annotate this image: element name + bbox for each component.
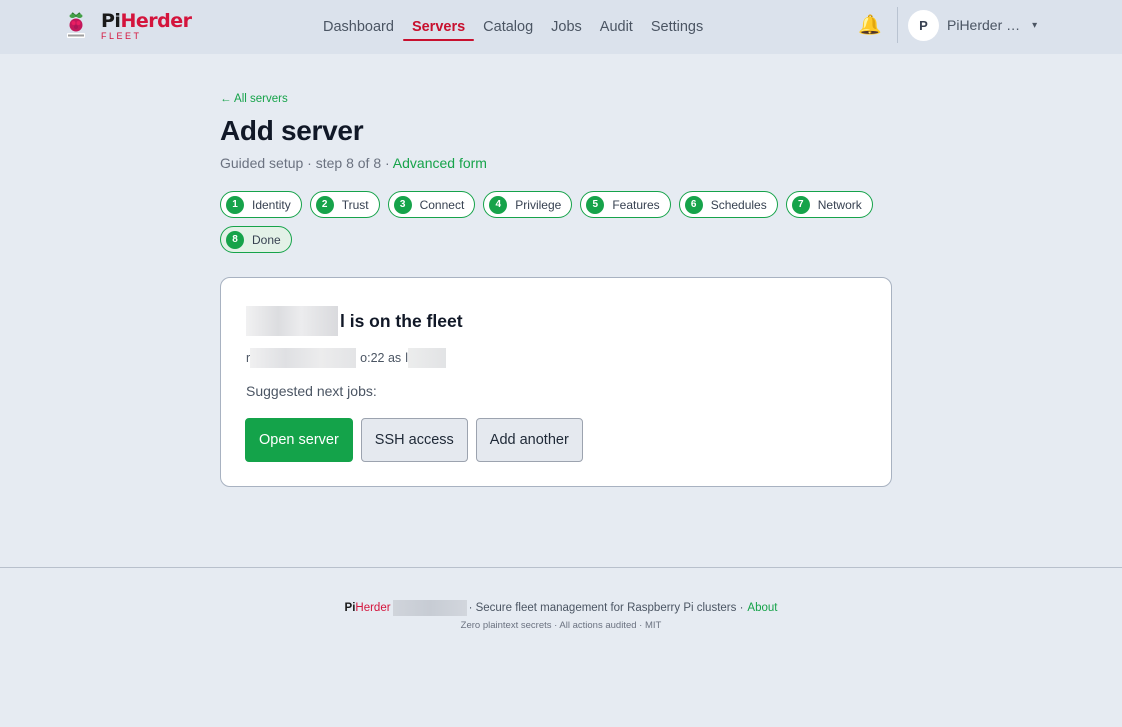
step-label: Done <box>252 232 281 247</box>
step-number: 2 <box>315 195 334 214</box>
step-number: 8 <box>226 230 244 249</box>
step-number: 1 <box>226 195 244 214</box>
step-number: 7 <box>791 195 810 214</box>
add-another-button[interactable]: Add another <box>475 418 583 462</box>
card-heading: l is on the fleet <box>246 306 463 336</box>
advanced-form-link[interactable]: Advanced form <box>393 155 487 171</box>
step-network[interactable]: 7 Network <box>785 191 873 218</box>
user-menu[interactable]: P PiHerder … ▾ <box>908 8 1037 42</box>
step-identity[interactable]: 1 Identity <box>220 191 302 218</box>
chevron-down-icon: ▾ <box>1032 19 1038 31</box>
logo-wordmark: PiHerder FLEET <box>101 10 192 41</box>
nav-settings[interactable]: Settings <box>642 0 712 54</box>
nav-jobs[interactable]: Jobs <box>542 0 591 54</box>
step-label: Privilege <box>515 197 562 212</box>
suggested-jobs-label: Suggested next jobs: <box>246 383 377 399</box>
step-label: Trust <box>341 197 369 212</box>
user-name: PiHerder … <box>947 17 1021 33</box>
subtitle-text: Guided setup · step 8 of 8 · <box>220 155 393 171</box>
app-logo[interactable]: PiHerder FLEET <box>64 10 192 42</box>
nav-catalog[interactable]: Catalog <box>474 0 542 54</box>
step-label: Features <box>612 197 660 212</box>
step-label: Identity <box>252 197 291 212</box>
card-heading-text: l is on the fleet <box>340 310 463 331</box>
open-server-button[interactable]: Open server <box>245 418 353 462</box>
footer-tagline: · Secure fleet management for Raspberry … <box>468 602 744 614</box>
about-link[interactable]: About <box>747 602 777 614</box>
footer-notes: Zero plaintext secrets · All actions aud… <box>460 620 662 631</box>
nav-audit[interactable]: Audit <box>591 0 642 54</box>
step-number: 5 <box>586 195 605 214</box>
redacted-host <box>250 348 357 368</box>
back-to-servers-link[interactable]: ← All servers <box>220 93 288 105</box>
ssh-access-button[interactable]: SSH access <box>360 418 468 462</box>
logo-name: PiHerder <box>101 10 192 32</box>
bell-icon[interactable]: 🔔 <box>858 13 882 37</box>
step-number: 3 <box>393 195 412 214</box>
result-card: l is on the fleet r o:22 as l Suggested … <box>220 277 892 487</box>
step-number: 4 <box>489 195 508 214</box>
header-divider <box>897 7 898 43</box>
step-features[interactable]: 5 Features <box>580 191 671 218</box>
step-done[interactable]: 8 Done <box>220 226 292 253</box>
main-nav: Dashboard Servers Catalog Jobs Audit Set… <box>314 0 712 54</box>
raspberry-logo-icon <box>67 12 85 38</box>
step-label: Network <box>817 197 862 212</box>
logo-pi: Pi <box>101 10 121 32</box>
page-title: Add server <box>220 115 364 146</box>
step-number: 6 <box>684 195 703 214</box>
step-trust[interactable]: 2 Trust <box>309 191 380 218</box>
nav-servers[interactable]: Servers <box>402 0 475 54</box>
wizard-stepper: 1 Identity 2 Trust 3 Connect 4 Privilege 5 Fe… <box>220 191 880 253</box>
footer-info: Pi Herder · Secure fleet management for R… <box>0 600 1122 616</box>
addr-port: o:22 as <box>360 351 402 365</box>
page-subtitle: Guided setup · step 8 of 8 · Advanced fo… <box>220 155 487 171</box>
redacted-version <box>392 600 467 616</box>
footer-brand-herder: Herder <box>355 602 391 614</box>
avatar: P <box>908 9 939 41</box>
step-schedules[interactable]: 6 Schedules <box>678 191 778 218</box>
redacted-server-name <box>246 306 338 336</box>
footer-divider <box>0 567 1122 568</box>
step-label: Connect <box>419 197 465 212</box>
logo-herder: Herder <box>120 10 192 32</box>
card-actions: Open server SSH access Add another <box>245 418 583 462</box>
redacted-user <box>407 348 446 368</box>
logo-subtitle: FLEET <box>101 31 142 41</box>
step-label: Schedules <box>710 197 767 212</box>
step-privilege[interactable]: 4 Privilege <box>483 191 573 218</box>
footer-brand-pi: Pi <box>344 602 356 614</box>
server-address: r o:22 as l <box>246 348 446 368</box>
nav-dashboard[interactable]: Dashboard <box>314 0 403 54</box>
step-connect[interactable]: 3 Connect <box>387 191 476 218</box>
top-navbar: PiHerder FLEET Dashboard Servers Catalog… <box>0 0 1122 54</box>
